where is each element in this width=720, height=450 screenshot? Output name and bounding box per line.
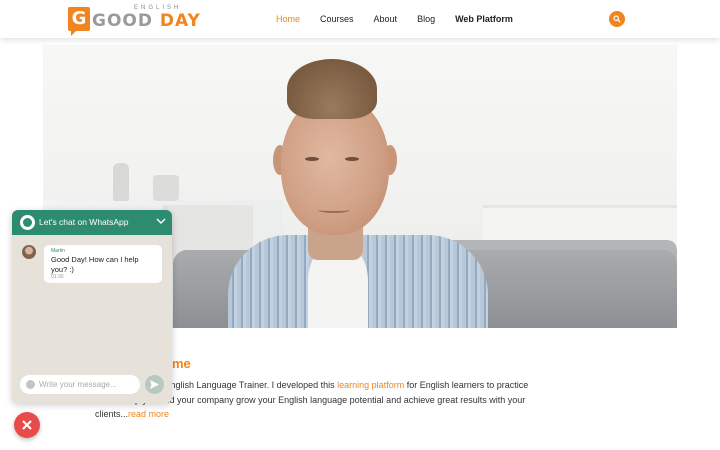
close-icon	[22, 420, 32, 430]
whatsapp-icon	[20, 215, 35, 230]
close-chat-button[interactable]	[14, 412, 40, 438]
intro-line-2: here. I help you and your company grow y…	[95, 394, 526, 405]
whatsapp-header[interactable]: Let's chat on WhatsApp	[12, 210, 172, 235]
nav-web-platform[interactable]: Web Platform	[455, 14, 513, 24]
chat-message-bubble: Martin Good Day! How can I help you? :) …	[44, 245, 162, 283]
message-sender: Martin	[51, 248, 65, 254]
avatar	[22, 245, 36, 259]
logo-main-text: GOOD DAY	[92, 11, 201, 31]
intro-text: ssional Business English Language Traine…	[95, 378, 625, 422]
nav-blog[interactable]: Blog	[417, 14, 435, 24]
message-text: Good Day! How can I help you? :)	[51, 255, 139, 274]
whatsapp-chat-widget: Let's chat on WhatsApp Martin Good Day! …	[12, 210, 172, 403]
search-button[interactable]	[609, 11, 625, 27]
whatsapp-title: Let's chat on WhatsApp	[39, 217, 129, 227]
logo-badge: G	[68, 7, 90, 36]
intro-heading: me	[172, 356, 191, 371]
intro-text-4: clients...	[95, 409, 129, 419]
intro-text-2: for English learners to practice	[404, 380, 529, 390]
message-time: 01:30	[51, 274, 64, 280]
nav-about[interactable]: About	[374, 14, 398, 24]
search-icon	[613, 15, 621, 23]
intro-line-1: ssional Business English Language Traine…	[95, 378, 625, 393]
intro-line-3: clients...read more	[95, 407, 625, 422]
nav-home[interactable]: Home	[276, 14, 300, 24]
site-header: G ENGLISH GOOD DAY Home Courses About Bl…	[0, 0, 720, 38]
site-logo[interactable]: G ENGLISH GOOD DAY	[68, 5, 200, 36]
page: G ENGLISH GOOD DAY Home Courses About Bl…	[0, 0, 720, 450]
chevron-down-icon[interactable]	[156, 216, 166, 226]
emoji-icon[interactable]	[26, 380, 35, 389]
learning-platform-link[interactable]: learning platform	[337, 380, 404, 390]
send-icon	[150, 380, 159, 389]
read-more-link[interactable]: read more	[128, 409, 169, 419]
logo-main-left: GOOD	[92, 11, 153, 31]
message-placeholder: Write your message...	[39, 380, 117, 389]
main-nav: Home Courses About Blog Web Platform	[276, 0, 533, 38]
message-input[interactable]: Write your message...	[20, 375, 140, 394]
nav-courses[interactable]: Courses	[320, 14, 354, 24]
logo-main-right: DAY	[159, 11, 201, 31]
send-button[interactable]	[145, 375, 164, 394]
